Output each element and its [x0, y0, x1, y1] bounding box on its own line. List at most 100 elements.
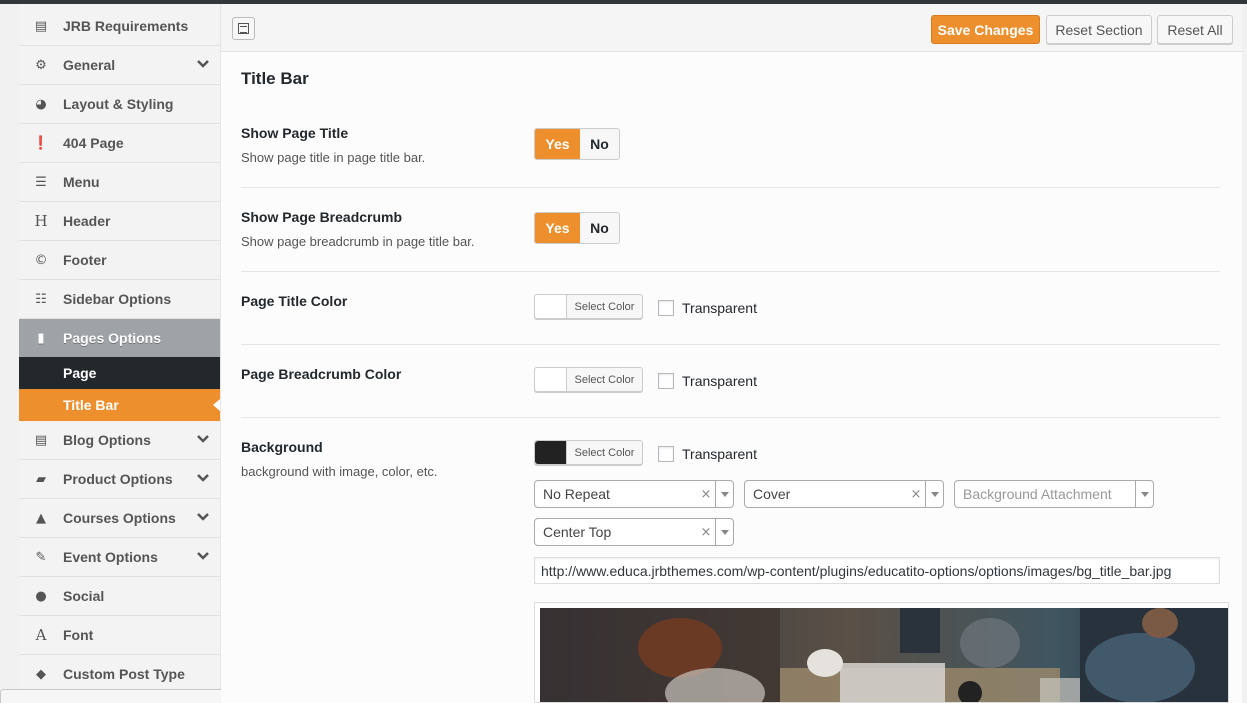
reset-all-button[interactable]: Reset All [1157, 15, 1233, 44]
sidebar-subitem-page[interactable]: Page [19, 357, 220, 389]
show-breadcrumb-label: Show Page Breadcrumb [241, 209, 403, 225]
reset-section-button[interactable]: Reset Section [1046, 15, 1152, 44]
options-header: Save Changes Reset Section Reset All [221, 4, 1242, 52]
sidebar-item-footer[interactable]: © Footer [19, 241, 220, 280]
section-title: Title Bar [241, 69, 309, 88]
list-icon: ▤ [34, 18, 48, 34]
expand-options-button[interactable] [232, 17, 255, 40]
sidebar-item-social[interactable]: ● Social [19, 577, 220, 616]
chevron-down-icon[interactable] [196, 551, 210, 561]
sidebar-item-header[interactable]: H Header [19, 202, 220, 241]
exclamation-icon: ❗ [32, 135, 50, 151]
background-size-select[interactable]: Cover × [744, 480, 944, 508]
background-attachment-select[interactable]: Background Attachment [954, 480, 1154, 508]
sidebar-item-label: JRB Requirements [63, 18, 189, 34]
select-color-label[interactable]: Select Color [567, 441, 642, 464]
sidebar-item-sidebar-options[interactable]: ☷ Sidebar Options [19, 280, 220, 319]
list-view-icon: ☷ [35, 291, 47, 307]
switch-yes-option[interactable]: Yes [535, 129, 580, 159]
color-swatch[interactable] [535, 368, 567, 391]
color-swatch[interactable] [535, 295, 567, 318]
background-position-select[interactable]: Center Top × [534, 518, 734, 546]
sidebar-subitem-label: Title Bar [63, 397, 119, 413]
row-divider [241, 417, 1220, 418]
row-divider [241, 271, 1220, 272]
breadcrumb-color-label: Page Breadcrumb Color [241, 366, 402, 382]
switch-no-option[interactable]: No [580, 129, 619, 159]
color-swatch[interactable] [535, 441, 567, 464]
globe-icon: ● [35, 588, 47, 604]
show-page-title-desc: Show page title in page title bar. [241, 150, 426, 165]
chevron-down-icon[interactable] [196, 473, 210, 483]
sidebar-item-courses-options[interactable]: ▲ Courses Options [19, 499, 220, 538]
options-sidebar: ▤ JRB Requirements ⚙ General ◕ Layout & … [19, 4, 221, 703]
select-value: No Repeat [543, 486, 610, 502]
background-label: Background [241, 439, 323, 455]
dropdown-arrow-icon[interactable] [1135, 481, 1153, 507]
document-icon: ▤ [34, 432, 48, 448]
heading-icon: H [34, 212, 48, 230]
background-desc: background with image, color, etc. [241, 464, 438, 479]
clear-icon[interactable]: × [697, 525, 715, 540]
sidebar-item-label: General [63, 57, 116, 73]
background-transparent-checkbox[interactable] [658, 446, 674, 462]
select-color-label[interactable]: Select Color [567, 295, 642, 318]
sidebar-item-label: Font [63, 627, 94, 643]
sidebar-item-label: 404 Page [63, 135, 124, 151]
chevron-down-icon[interactable] [196, 434, 210, 444]
clear-icon[interactable]: × [907, 487, 925, 502]
page-icon: ▮ [37, 330, 45, 346]
switch-no-option[interactable]: No [580, 213, 619, 243]
background-image-url-input[interactable]: http://www.educa.jrbthemes.com/wp-conten… [534, 557, 1220, 584]
briefcase-icon: ▰ [36, 471, 46, 487]
select-color-label[interactable]: Select Color [567, 368, 642, 391]
switch-yes-option[interactable]: Yes [535, 213, 580, 243]
background-repeat-select[interactable]: No Repeat × [534, 480, 734, 508]
sidebar-item-layout-styling[interactable]: ◕ Layout & Styling [19, 85, 220, 124]
show-breadcrumb-switch[interactable]: Yes No [534, 212, 620, 244]
sidebar-item-label: Menu [63, 174, 100, 190]
sidebar-item-label: Social [63, 588, 105, 604]
transparent-label[interactable]: Transparent [682, 300, 757, 316]
sidebar-item-event-options[interactable]: ✎ Event Options [19, 538, 220, 577]
sidebar-item-jrb-requirements[interactable]: ▤ JRB Requirements [19, 7, 220, 46]
dropdown-arrow-icon[interactable] [715, 481, 733, 507]
row-divider [241, 187, 1220, 188]
sidebar-item-label: Sidebar Options [63, 291, 172, 307]
page-title-color-picker[interactable]: Select Color [534, 294, 643, 319]
dropdown-arrow-icon[interactable] [715, 519, 733, 545]
sidebar-item-product-options[interactable]: ▰ Product Options [19, 460, 220, 499]
sidebar-item-label: Blog Options [63, 432, 151, 448]
sidebar-subitem-title-bar[interactable]: Title Bar [19, 389, 220, 421]
clear-icon[interactable]: × [697, 487, 715, 502]
edit-icon: ✎ [35, 549, 47, 565]
select-value: Cover [753, 486, 791, 502]
show-page-title-label: Show Page Title [241, 125, 349, 141]
breadcrumb-color-picker[interactable]: Select Color [534, 367, 643, 392]
show-page-title-switch[interactable]: Yes No [534, 128, 620, 160]
dashboard-icon: ◕ [35, 96, 47, 112]
people-working-image [540, 608, 1228, 702]
sidebar-item-font[interactable]: A Font [19, 616, 220, 655]
transparent-label[interactable]: Transparent [682, 373, 757, 389]
background-color-picker[interactable]: Select Color [534, 440, 643, 465]
sidebar-item-general[interactable]: ⚙ General [19, 46, 220, 85]
save-changes-button[interactable]: Save Changes [931, 15, 1040, 44]
sidebar-item-menu[interactable]: ☰ Menu [19, 163, 220, 202]
dropdown-arrow-icon[interactable] [925, 481, 943, 507]
page-title-color-label: Page Title Color [241, 293, 348, 309]
gears-icon: ⚙ [35, 57, 47, 73]
sidebar-item-pages-options[interactable]: ▮ Pages Options [19, 319, 220, 358]
page-title-transparent-checkbox[interactable] [658, 300, 674, 316]
breadcrumb-transparent-checkbox[interactable] [658, 373, 674, 389]
sidebar-item-404-page[interactable]: ❗ 404 Page [19, 124, 220, 163]
transparent-label[interactable]: Transparent [682, 446, 757, 462]
chevron-down-icon[interactable] [196, 59, 210, 69]
sidebar-item-blog-options[interactable]: ▤ Blog Options [19, 421, 220, 460]
chevron-down-icon[interactable] [196, 512, 210, 522]
menu-icon: ☰ [35, 174, 47, 190]
background-preview-image [540, 608, 1228, 702]
sidebar-item-label: Custom Post Type [63, 666, 185, 682]
select-placeholder: Background Attachment [963, 486, 1112, 502]
expand-icon [238, 23, 249, 34]
